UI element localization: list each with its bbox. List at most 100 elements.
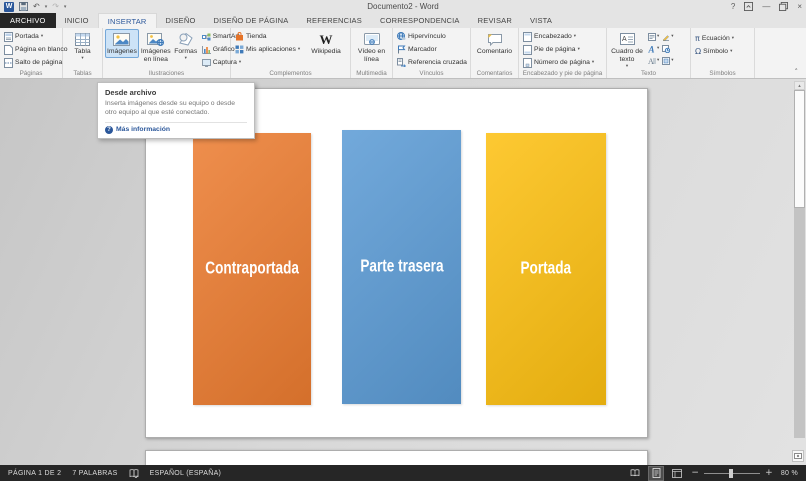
wordart-button[interactable]: A ▾ — [648, 43, 659, 54]
help-button[interactable]: ? — [731, 2, 735, 11]
hipervinculo-button[interactable]: Hipervínculo — [395, 30, 469, 43]
letra-capital-button[interactable]: A ▾ — [648, 55, 659, 66]
group-label-simbolos: Símbolos — [709, 70, 736, 77]
pie-de-pagina-button[interactable]: Pie de página ▾ — [521, 43, 596, 56]
group-label-vinculos: Vínculos — [419, 70, 444, 77]
portada-button[interactable]: Portada ▾ — [2, 30, 70, 43]
ribbon: Portada ▾ Página en blanco Salto de págin… — [0, 28, 806, 79]
fecha-y-hora-button[interactable] — [662, 43, 673, 54]
quick-access-toolbar: W ↶ ▾ ↷ ▾ — [4, 1, 67, 12]
restore-button[interactable] — [779, 2, 789, 11]
zoom-level[interactable]: 80 % — [778, 470, 798, 477]
collapse-ribbon-button[interactable]: ˄ — [795, 68, 799, 76]
tooltip-title: Desde archivo — [105, 88, 157, 97]
cuadro-de-texto-button[interactable]: A Cuadro de texto ▾ — [609, 29, 645, 71]
page-indicator[interactable]: PÁGINA 1 DE 2 — [8, 470, 61, 477]
ribbon-display-options-button[interactable] — [744, 2, 754, 11]
window-title: Documento2 - Word — [367, 2, 439, 11]
omega-icon: Ω — [695, 46, 702, 56]
header-icon — [523, 31, 532, 42]
wikipedia-button[interactable]: W Wikipedia — [305, 29, 347, 58]
document-page-1[interactable]: Contraportada Parte trasera Portada — [145, 88, 648, 438]
screenshot-icon — [201, 58, 211, 67]
store-icon — [236, 32, 243, 41]
redo-button[interactable]: ↷ — [52, 2, 59, 11]
group-comentarios: Comentario Comentarios — [471, 28, 519, 78]
group-label-paginas: Páginas — [19, 70, 43, 77]
formas-button[interactable]: Formas ▾ — [173, 29, 199, 63]
pi-icon: π — [695, 33, 700, 43]
group-label-complementos: Complementos — [269, 70, 312, 77]
pictures-icon — [113, 32, 131, 46]
web-layout-icon — [672, 468, 683, 478]
proofing-status-icon[interactable] — [129, 468, 139, 478]
document-page-2[interactable] — [145, 450, 648, 465]
tab-vista[interactable]: VISTA — [521, 13, 561, 28]
save-icon[interactable] — [19, 2, 28, 11]
online-video-icon — [363, 33, 380, 45]
scroll-up-button[interactable]: ▴ — [794, 81, 805, 90]
shape-contraportada[interactable]: Contraportada — [193, 133, 311, 405]
tooltip-divider — [105, 121, 247, 123]
drop-cap-icon: A — [648, 57, 656, 65]
print-layout-view-button[interactable] — [648, 465, 665, 481]
group-ilustraciones: Imágenes Imágenes en línea Formas ▾ Smar… — [103, 28, 241, 78]
vertical-scrollbar[interactable]: ▴ — [794, 81, 805, 447]
group-label-ilustraciones: Ilustraciones — [148, 70, 185, 77]
encabezado-button[interactable]: Encabezado ▾ — [521, 30, 596, 43]
qat-customize-button[interactable]: ▾ — [64, 4, 67, 10]
pagina-en-blanco-button[interactable]: Página en blanco — [2, 43, 70, 56]
shape-parte-trasera[interactable]: Parte trasera — [342, 130, 461, 404]
undo-button[interactable]: ↶ — [33, 2, 40, 11]
online-pictures-icon — [147, 32, 165, 46]
marcador-button[interactable]: Marcador — [395, 43, 469, 56]
web-layout-view-button[interactable] — [670, 467, 684, 480]
shape-portada[interactable]: Portada — [486, 133, 606, 405]
print-layout-icon — [652, 468, 661, 478]
undo-dropdown-icon[interactable]: ▾ — [45, 4, 48, 10]
ribbon-filler: ˄ — [755, 28, 806, 78]
page-break-icon — [4, 57, 13, 68]
word-count[interactable]: 7 PALABRAS — [72, 470, 117, 477]
salto-de-pagina-button[interactable]: Salto de página — [2, 56, 70, 69]
simbolo-button[interactable]: Ω Símbolo ▾ — [693, 45, 736, 58]
language-indicator[interactable]: ESPAÑOL (ESPAÑA) — [150, 470, 222, 477]
linea-de-firma-button[interactable]: ▾ — [662, 31, 674, 42]
tab-correspondencia[interactable]: CORRESPONDENCIA — [371, 13, 469, 28]
referencia-cruzada-button[interactable]: Referencia cruzada — [395, 56, 469, 69]
tab-revisar[interactable]: REVISAR — [469, 13, 521, 28]
zoom-out-button[interactable]: − — [691, 468, 699, 478]
minimize-button[interactable]: — — [762, 2, 770, 11]
tab-diseno-de-pagina[interactable]: DISEÑO DE PÁGINA — [205, 13, 298, 28]
elementos-rapidos-button[interactable]: ▾ — [648, 31, 659, 42]
tab-diseno[interactable]: DISEÑO — [157, 13, 205, 28]
cross-reference-icon — [397, 58, 406, 67]
smartart-icon — [201, 33, 211, 40]
tab-referencias[interactable]: REFERENCIAS — [297, 13, 371, 28]
scrollbar-thumb[interactable] — [794, 90, 805, 208]
scrollbar-track[interactable] — [794, 90, 805, 438]
tab-insertar[interactable]: INSERTAR — [97, 13, 157, 28]
status-bar: PÁGINA 1 DE 2 7 PALABRAS ESPAÑOL (ESPAÑA… — [0, 465, 806, 481]
zoom-slider[interactable] — [704, 468, 761, 478]
video-en-linea-button[interactable]: Vídeo en línea — [354, 29, 390, 66]
imagenes-en-linea-button[interactable]: Imágenes en línea — [139, 29, 173, 66]
tienda-button[interactable]: Tienda — [233, 30, 305, 43]
zoom-slider-thumb[interactable] — [728, 468, 733, 478]
objeto-button[interactable]: ▾ — [662, 55, 674, 66]
select-browse-object-button[interactable] — [792, 450, 804, 462]
tab-archivo[interactable]: ARCHIVO — [0, 13, 56, 28]
tabla-button[interactable]: Tabla ▾ — [72, 29, 92, 63]
close-button[interactable]: × — [797, 2, 802, 11]
tab-inicio[interactable]: INICIO — [56, 13, 98, 28]
mis-aplicaciones-button[interactable]: Mis aplicaciones ▾ — [233, 43, 305, 56]
numero-de-pagina-button[interactable]: Número de página ▾ — [521, 56, 596, 69]
mas-informacion-link[interactable]: ? Más información — [105, 125, 247, 134]
word-logo-icon: W — [4, 1, 14, 12]
comentario-button[interactable]: Comentario — [473, 29, 516, 58]
ecuacion-button[interactable]: π Ecuación ▾ — [693, 32, 736, 45]
zoom-in-button[interactable]: + — [765, 468, 773, 478]
read-mode-view-button[interactable] — [628, 467, 642, 480]
comment-icon — [487, 33, 502, 46]
imagenes-button[interactable]: Imágenes — [105, 29, 139, 58]
